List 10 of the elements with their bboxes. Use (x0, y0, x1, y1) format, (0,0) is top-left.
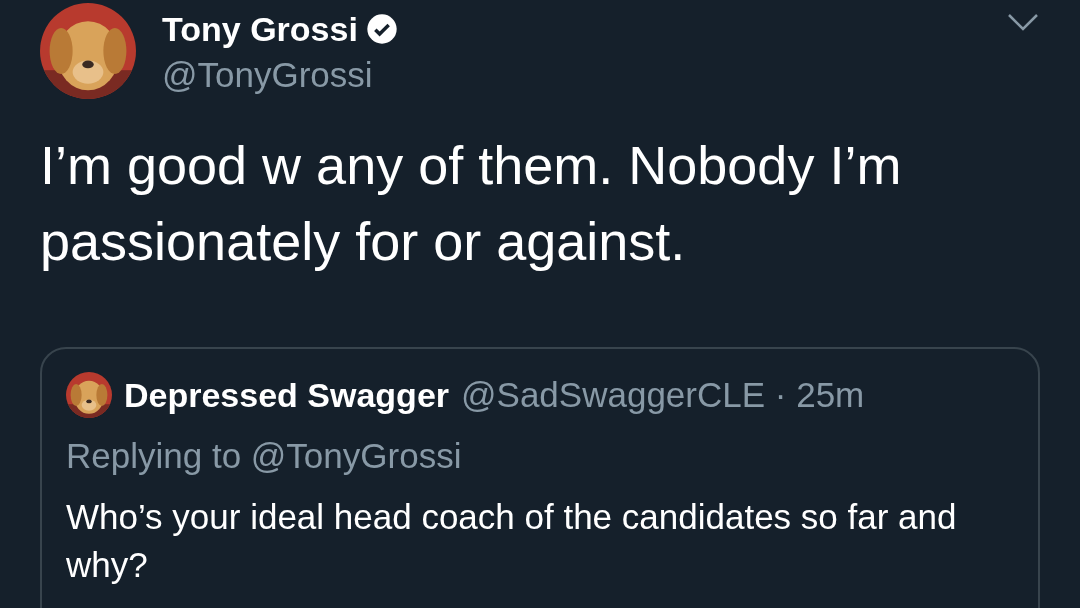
mention-link[interactable]: @TonyGrossi (250, 436, 462, 475)
tweet-text: I’m good w any of them. Nobody I’m passionately for or against. (40, 134, 903, 273)
replying-to-text: Replying to @TonyGrossi (66, 436, 463, 476)
quoted-handle-time: @SadSwaggerCLE · 25m (461, 374, 865, 416)
author-name: Tony Grossi (162, 9, 358, 50)
quoted-tweet-text: Who’s your ideal head coach of the candidates so far and why? (66, 496, 958, 586)
chevron-down-icon[interactable] (1006, 12, 1040, 32)
quoted-tweet-card[interactable]: Depressed Swagger @SadSwaggerCLE · 25m Replying to @TonyGrossi Who’s your ideal head coach of the candidates so far and why? (40, 347, 1040, 608)
author-handle: @TonyGrossi (162, 54, 374, 96)
quoted-author-name: Depressed Swagger (124, 375, 450, 416)
